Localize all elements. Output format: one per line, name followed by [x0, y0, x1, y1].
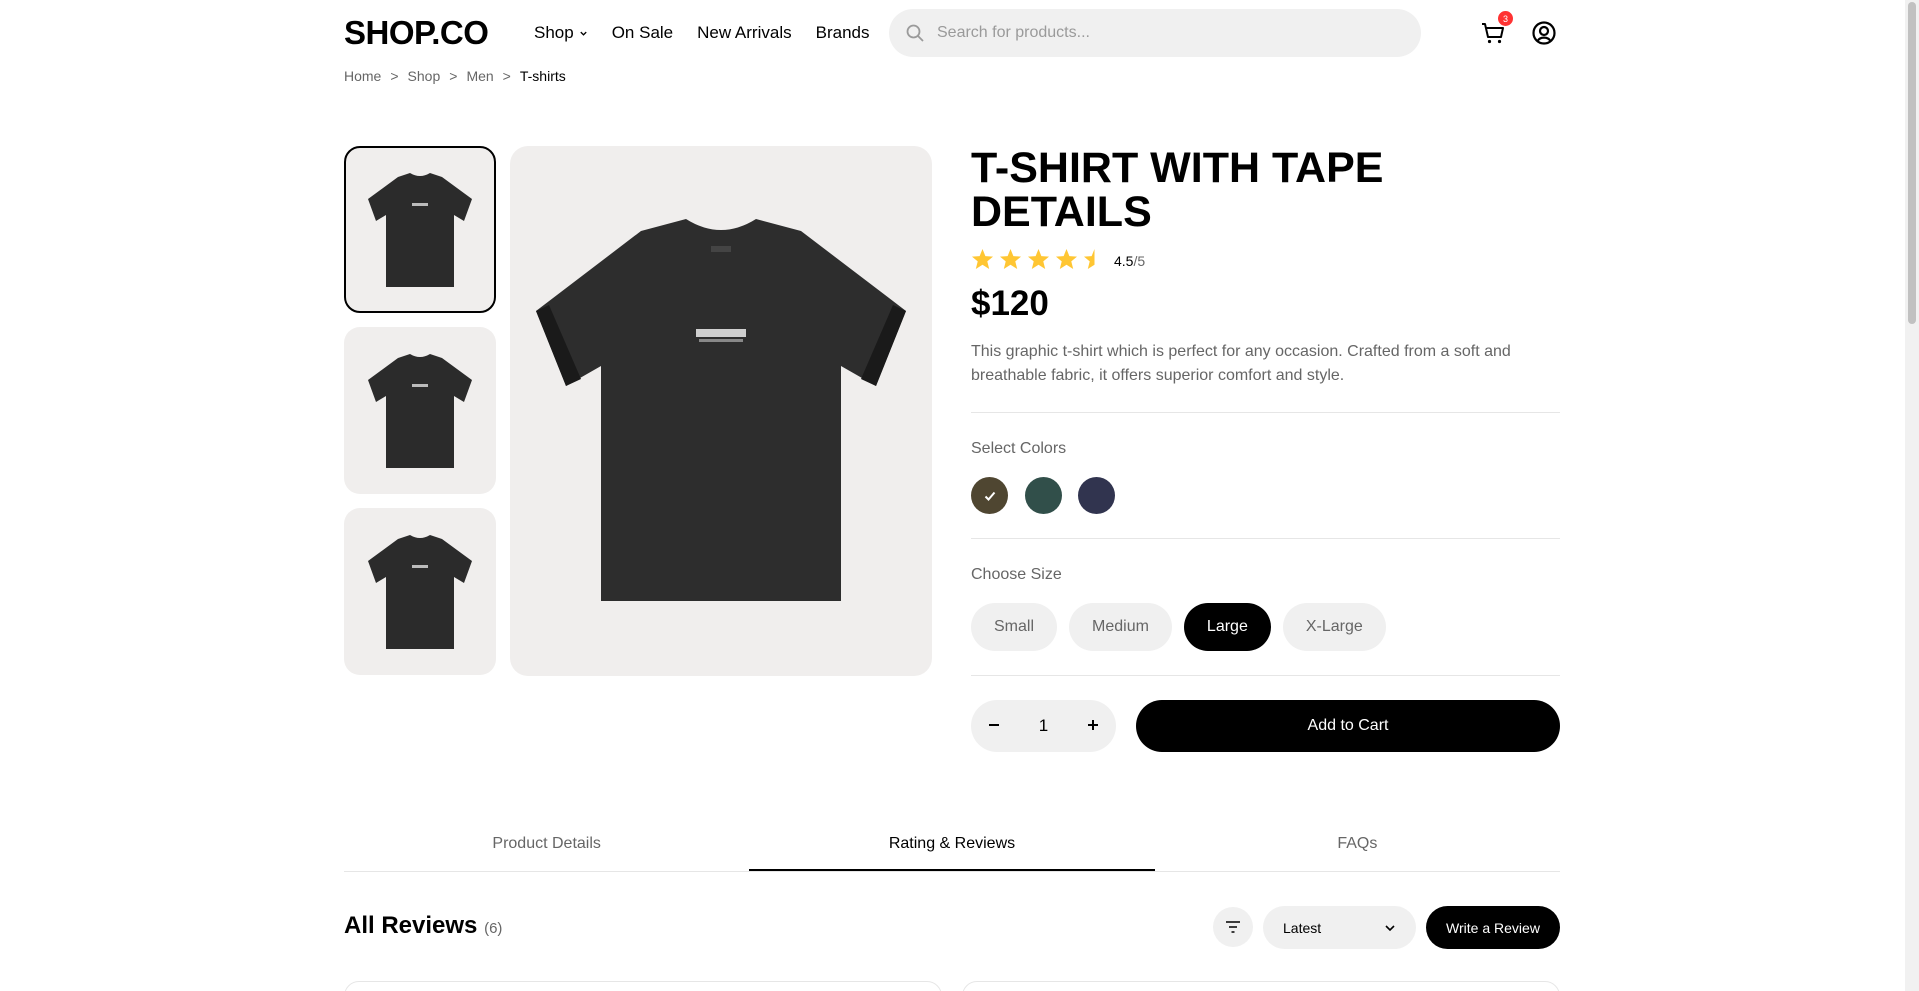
quantity-value: 1 [1038, 716, 1049, 735]
tshirt-image [536, 219, 906, 601]
cart-count-badge: 3 [1498, 11, 1513, 26]
sort-value: Latest [1283, 919, 1322, 936]
tshirt-image [368, 353, 472, 468]
logo[interactable]: SHOP.CO [344, 14, 534, 52]
tshirt-image [368, 172, 472, 287]
divider [971, 675, 1560, 676]
reviews-count: (6) [484, 920, 503, 937]
rating-text: 4.5/5 [1114, 253, 1145, 269]
star-icon [1027, 248, 1050, 270]
minus-icon [989, 723, 999, 726]
breadcrumb-tshirts: T-shirts [519, 68, 566, 84]
colors-label: Select Colors [971, 440, 1067, 457]
tshirt-image [368, 534, 472, 649]
product-description: This graphic t-shirt which is perfect fo… [971, 343, 1511, 384]
breadcrumb-separator: > [390, 68, 399, 84]
main-menu: Shop On Sale New Arrivals Brands [534, 23, 869, 43]
size-medium[interactable]: Medium [1069, 603, 1172, 651]
thumbnail-1[interactable] [344, 146, 496, 313]
plus-icon [1088, 719, 1098, 730]
divider [971, 538, 1560, 539]
write-review-button[interactable]: Write a Review [1426, 906, 1560, 949]
breadcrumb: Home > Shop > Men > T-shirts [344, 68, 566, 84]
scrollbar-thumb[interactable] [1908, 2, 1916, 324]
breadcrumb-home[interactable]: Home [344, 68, 381, 84]
minus-button[interactable] [987, 715, 1001, 738]
filter-icon [1226, 921, 1240, 933]
color-swatch-navy[interactable] [1078, 477, 1115, 514]
size-label: Choose Size [971, 566, 1062, 583]
menu-brands[interactable]: Brands [816, 23, 870, 43]
tab-faqs[interactable]: FAQs [1155, 818, 1560, 871]
top-nav: SHOP.CO Shop On Sale New Arrivals Brands… [344, 0, 1560, 66]
main-product-image [510, 146, 932, 676]
menu-on-sale[interactable]: On Sale [612, 23, 673, 43]
plus-button[interactable] [1086, 715, 1100, 738]
thumbnail-3[interactable] [344, 508, 496, 675]
add-to-cart-button[interactable]: Add to Cart [1136, 700, 1560, 752]
rating-value: 4.5 [1114, 253, 1134, 269]
size-small[interactable]: Small [971, 603, 1058, 651]
menu-shop[interactable]: Shop [534, 23, 588, 43]
star-rating [971, 248, 1106, 270]
review-card [962, 981, 1560, 991]
product-tabs: Product Details Rating & Reviews FAQs [344, 818, 1560, 872]
menu-shop-label: Shop [534, 23, 574, 42]
menu-new-arrivals[interactable]: New Arrivals [697, 23, 791, 43]
color-swatch-brown[interactable] [971, 477, 1008, 514]
half-star-icon [1083, 248, 1095, 270]
review-card [344, 981, 942, 991]
tab-rating-reviews[interactable]: Rating & Reviews [749, 818, 1155, 871]
product-price: $120 [971, 284, 1049, 323]
sort-dropdown[interactable]: Latest [1263, 906, 1416, 949]
reviews-title: All Reviews [344, 912, 478, 939]
divider [971, 412, 1560, 413]
reviews-heading: All Reviews (6) [344, 912, 502, 940]
check-icon [984, 491, 995, 501]
thumbnail-2[interactable] [344, 327, 496, 494]
breadcrumb-shop[interactable]: Shop [408, 68, 441, 84]
search-input[interactable] [937, 24, 1377, 42]
tab-product-details[interactable]: Product Details [344, 818, 749, 871]
filter-button[interactable] [1213, 907, 1253, 947]
breadcrumb-men[interactable]: Men [466, 68, 493, 84]
quantity-stepper: 1 [971, 700, 1116, 752]
star-icon [999, 248, 1022, 270]
product-title: T-shirt with Tape Details [971, 144, 1384, 236]
size-x-large[interactable]: X-Large [1282, 603, 1386, 651]
account-icon[interactable] [1530, 19, 1558, 47]
breadcrumb-separator: > [449, 68, 458, 84]
star-icon [1055, 248, 1078, 270]
chevron-down-icon [1385, 924, 1395, 931]
chevron-down-icon [580, 31, 587, 36]
breadcrumb-separator: > [502, 68, 511, 84]
search-icon [906, 24, 924, 42]
star-icon [971, 248, 994, 270]
rating-max: /5 [1133, 253, 1146, 269]
size-large[interactable]: Large [1183, 603, 1271, 651]
search-bar [889, 9, 1421, 57]
size-selector: Small Medium Large X-Large [971, 603, 1386, 651]
color-swatch-green[interactable] [1025, 477, 1062, 514]
